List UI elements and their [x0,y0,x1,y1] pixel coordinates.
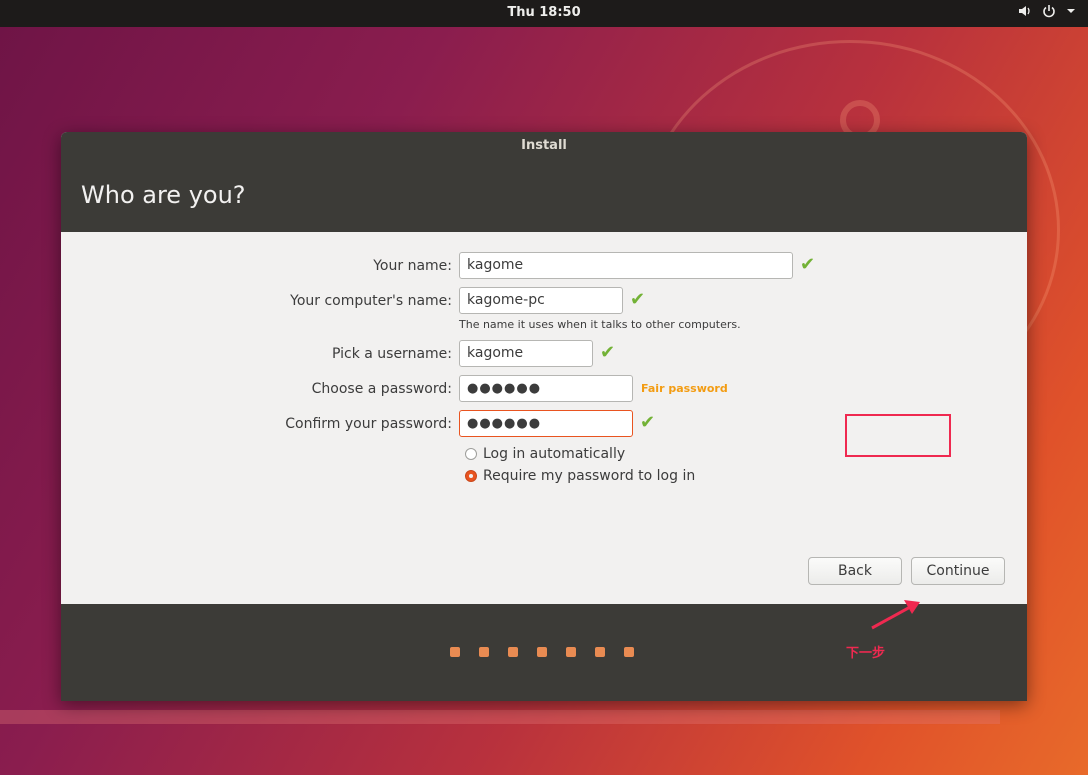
login-auto-radio[interactable] [465,448,477,460]
window-title: Install [61,132,1027,160]
username-valid-icon: ✔ [600,342,616,363]
login-require-option[interactable]: Require my password to log in [465,468,695,484]
continue-button[interactable]: Continue [911,557,1005,585]
login-require-label: Require my password to log in [483,468,696,484]
back-button[interactable]: Back [808,557,902,585]
form-area: Your name: kagome ✔ Your computer's name… [61,232,1027,604]
password-label: Choose a password: [311,381,452,397]
login-auto-label: Log in automatically [483,446,626,462]
system-tray[interactable] [1018,4,1076,22]
login-require-radio[interactable] [465,470,477,482]
confirm-password-field[interactable]: ●●●●●● [459,410,633,437]
clock[interactable]: Thu 18:50 [0,5,1088,20]
wallpaper-band [0,710,1000,724]
computer-name-field[interactable]: kagome-pc [459,287,623,314]
progress-dot [566,647,576,657]
page-title: Who are you? [61,160,1027,232]
progress-dot [479,647,489,657]
password-field[interactable]: ●●●●●● [459,375,633,402]
username-field[interactable]: kagome [459,340,593,367]
login-auto-option[interactable]: Log in automatically [465,446,625,462]
top-bar: Thu 18:50 [0,0,1088,27]
password-strength: Fair password [641,382,728,395]
confirm-password-label: Confirm your password: [285,416,452,432]
computer-name-valid-icon: ✔ [630,289,646,310]
computer-name-hint: The name it uses when it talks to other … [459,318,741,331]
name-field[interactable]: kagome [459,252,793,279]
volume-icon[interactable] [1018,4,1032,22]
username-label: Pick a username: [331,346,452,362]
progress-dot [537,647,547,657]
confirm-valid-icon: ✔ [640,412,656,433]
computer-name-label: Your computer's name: [290,293,452,309]
power-icon[interactable] [1042,4,1056,22]
chevron-down-icon[interactable] [1066,4,1076,22]
progress-dot [624,647,634,657]
annotation-arrow-icon [871,600,920,630]
progress-dot [595,647,605,657]
progress-dot [508,647,518,657]
name-label: Your name: [373,258,452,274]
progress-dot [450,647,460,657]
annotation-label: 下一步 [846,646,886,661]
progress-dots [450,647,634,657]
name-valid-icon: ✔ [800,254,816,275]
